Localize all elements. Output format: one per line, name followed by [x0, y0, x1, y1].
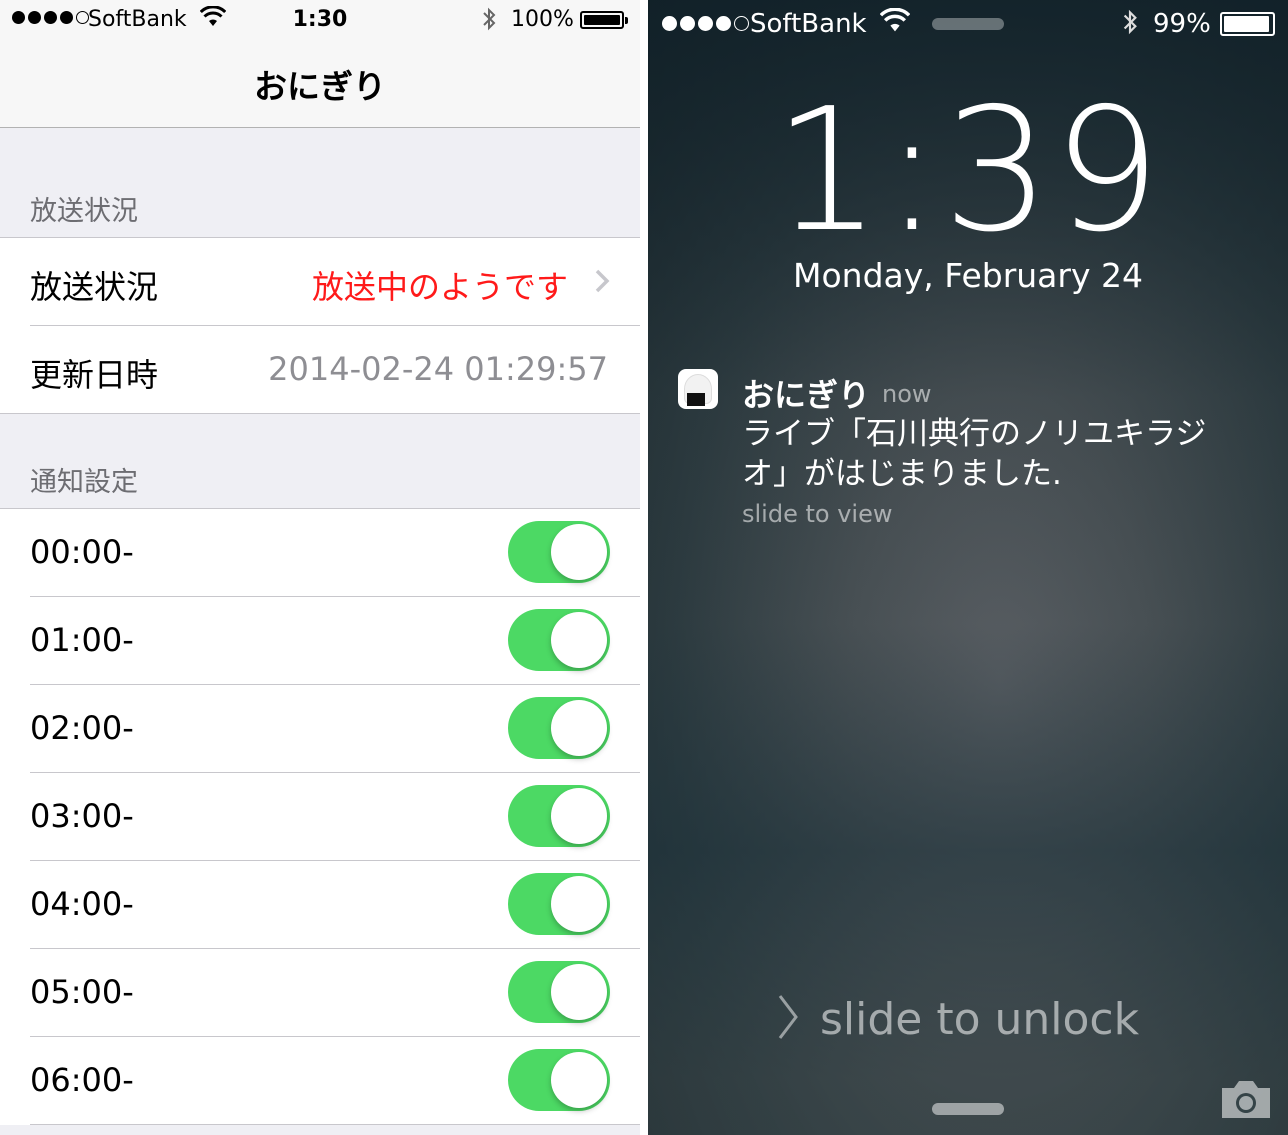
section-header-notify: 通知設定	[30, 467, 138, 498]
notification-body[interactable]: ライブ「石川典行のノリユキラジオ」がはじまりました.	[742, 414, 1252, 494]
status-bar: SoftBank 99%	[648, 0, 1288, 46]
carrier-name: SoftBank	[750, 9, 867, 39]
updated-row: 更新日時 2014-02-24 01:29:57	[0, 326, 640, 414]
lock-date: Monday, February 24	[793, 256, 1143, 295]
notification-app-name[interactable]: おにぎり	[742, 370, 870, 416]
notify-row-label: 01:00-	[30, 621, 134, 659]
notify-row-label: 03:00-	[30, 797, 134, 835]
notify-toggle[interactable]	[508, 1049, 610, 1111]
broadcast-status-value: 放送中のようです	[311, 268, 568, 306]
battery-icon	[580, 11, 628, 29]
notify-row-label: 02:00-	[30, 709, 134, 747]
control-center-grabber[interactable]	[932, 1103, 1004, 1115]
section-header-broadcast: 放送状況	[30, 196, 138, 227]
chevron-right-icon	[776, 992, 802, 1053]
updated-value: 2014-02-24 01:29:57	[268, 350, 608, 388]
notification-time: now	[882, 380, 932, 408]
wifi-icon	[879, 7, 911, 41]
lock-time: 1:39	[773, 72, 1163, 270]
battery-percent: 99%	[1153, 9, 1211, 39]
camera-icon[interactable]	[1218, 1078, 1274, 1122]
notify-row: 03:00-	[0, 773, 640, 861]
notify-row: 05:00-	[0, 949, 640, 1037]
notify-toggle[interactable]	[508, 785, 610, 847]
bluetooth-icon	[481, 6, 497, 38]
bluetooth-icon	[1121, 8, 1139, 43]
notification-center-grabber[interactable]	[932, 18, 1004, 30]
slide-to-unlock[interactable]: slide to unlock	[820, 994, 1139, 1045]
signal-icon	[662, 16, 749, 31]
notify-row-label: 04:00-	[30, 885, 134, 923]
broadcast-status-row[interactable]: 放送状況 放送中のようです	[0, 238, 640, 326]
nav-bar: おにぎり	[0, 40, 640, 128]
notify-row: 06:00-	[0, 1037, 640, 1125]
settings-screen: SoftBank 1:30 100% おにぎり 放送状況 放送状況 放送中のよう…	[0, 0, 640, 1135]
lock-screen: SoftBank 99% 1:39 Monday, February 24 おに…	[648, 0, 1288, 1135]
notify-row: 01:00-	[0, 597, 640, 685]
notify-row: 02:00-	[0, 685, 640, 773]
notify-row-label: 06:00-	[30, 1061, 134, 1099]
notify-toggle[interactable]	[508, 609, 610, 671]
status-bar: SoftBank 1:30 100%	[0, 0, 640, 40]
notify-row-label: 00:00-	[30, 533, 134, 571]
chevron-right-icon	[594, 268, 610, 301]
notify-row-label: 05:00-	[30, 973, 134, 1011]
divider	[640, 0, 648, 1135]
notify-toggle[interactable]	[508, 521, 610, 583]
broadcast-status-label: 放送状況	[30, 268, 159, 306]
battery-percent: 100%	[511, 7, 574, 32]
notify-toggle[interactable]	[508, 697, 610, 759]
notify-toggle[interactable]	[508, 873, 610, 935]
page-title: おにぎり	[254, 67, 386, 106]
notify-row: 04:00-	[0, 861, 640, 949]
notify-row: 00:00-	[0, 509, 640, 597]
notify-toggle[interactable]	[508, 961, 610, 1023]
battery-icon	[1220, 12, 1275, 36]
updated-label: 更新日時	[30, 356, 159, 394]
onigiri-app-icon	[678, 369, 718, 409]
notification-action-hint: slide to view	[742, 500, 893, 528]
